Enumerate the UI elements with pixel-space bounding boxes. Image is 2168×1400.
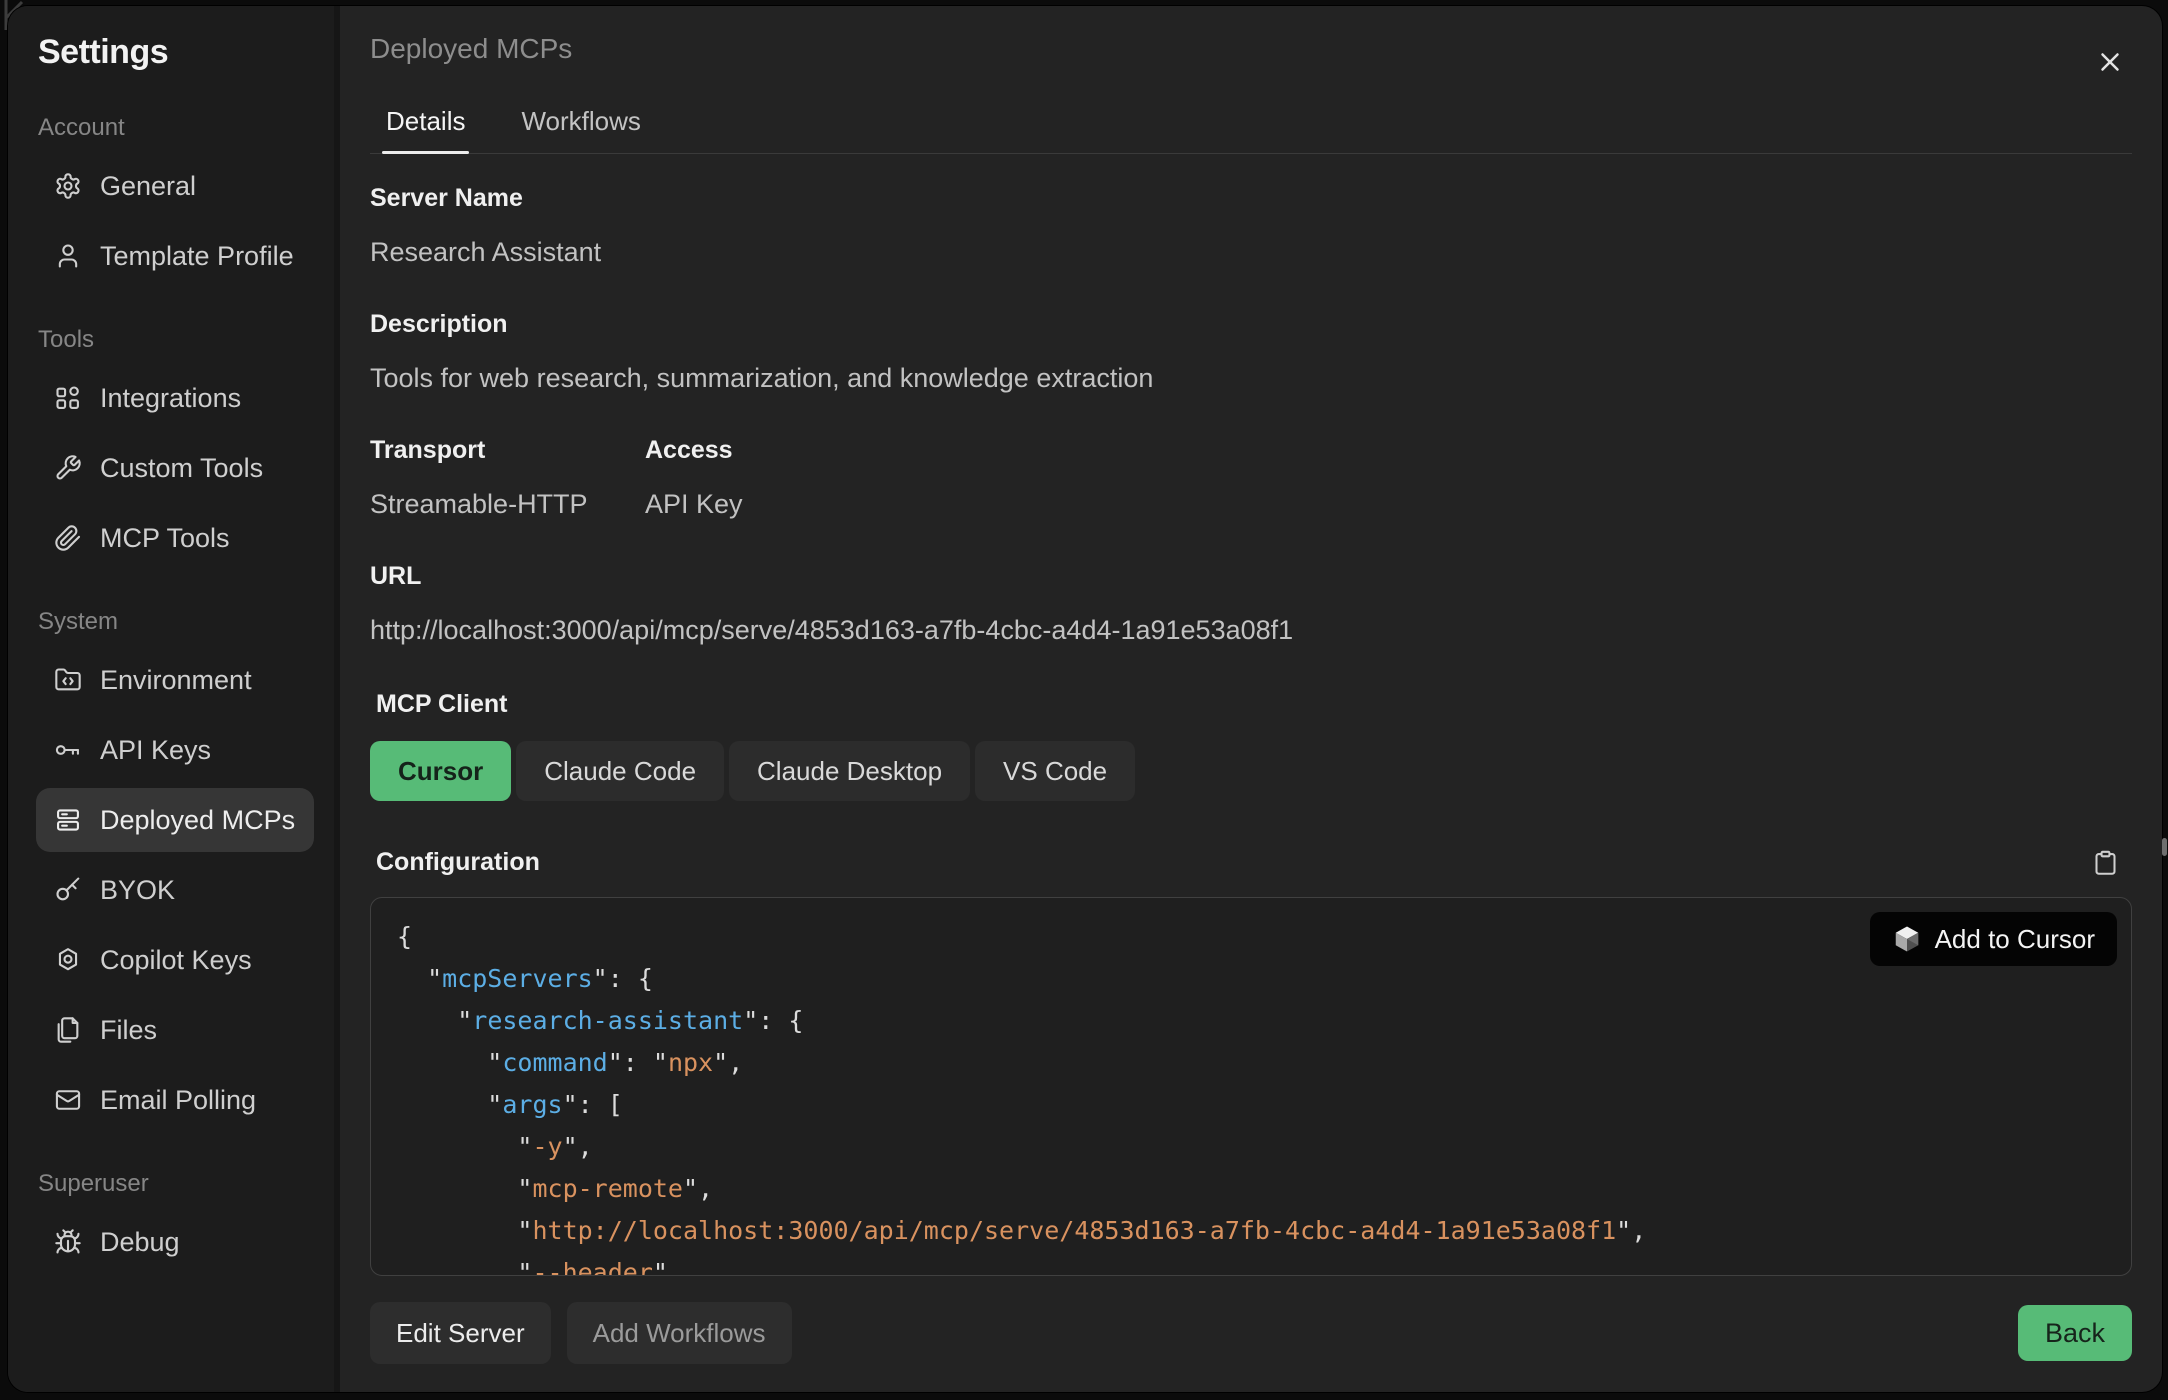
code-line: "research-assistant": { [397, 1000, 2105, 1042]
bug-icon [54, 1228, 82, 1256]
code-line: { [397, 916, 2105, 958]
code-line: "mcp-remote", [397, 1168, 2105, 1210]
settings-title: Settings [28, 30, 314, 74]
nut-icon [54, 946, 82, 974]
wrench-icon [54, 454, 82, 482]
access-label: Access [645, 436, 2132, 465]
blocks-icon [54, 384, 82, 412]
section-label-tools: Tools [38, 326, 314, 354]
tab-workflows[interactable]: Workflows [517, 106, 644, 153]
code-line: "http://localhost:3000/api/mcp/serve/485… [397, 1210, 2105, 1252]
sidebar-item-label: Email Polling [100, 1085, 256, 1116]
sidebar-item-deployed-mcps[interactable]: Deployed MCPs [36, 788, 314, 852]
server-name-label: Server Name [370, 184, 2132, 213]
files-icon [54, 1016, 82, 1044]
scrollbar-thumb[interactable] [2162, 838, 2167, 856]
sidebar-item-mcp-tools[interactable]: MCP Tools [36, 506, 314, 570]
cursor-cube-icon [1892, 924, 1922, 954]
sidebar-item-label: Debug [100, 1227, 180, 1258]
key-icon [54, 736, 82, 764]
sidebar-item-label: Integrations [100, 383, 241, 414]
code-line: "--header" [397, 1252, 2105, 1276]
add-workflows-button[interactable]: Add Workflows [567, 1302, 792, 1364]
sidebar-item-email-polling[interactable]: Email Polling [36, 1068, 314, 1132]
section-label-system: System [38, 608, 314, 636]
copy-configuration-button[interactable] [2092, 845, 2126, 879]
mail-icon [54, 1086, 82, 1114]
section-label-account: Account [38, 114, 314, 142]
sidebar-item-label: Custom Tools [100, 453, 263, 484]
code-line: "args": [ [397, 1084, 2105, 1126]
close-button[interactable] [2090, 42, 2130, 82]
folder-code-icon [54, 666, 82, 694]
sidebar-item-label: Template Profile [100, 241, 294, 272]
server-name-value: Research Assistant [370, 237, 2132, 268]
sidebar-item-environment[interactable]: Environment [36, 648, 314, 712]
url-label: URL [370, 562, 2132, 591]
sidebar-item-label: MCP Tools [100, 523, 230, 554]
code-line: "command": "npx", [397, 1042, 2105, 1084]
access-value: API Key [645, 489, 2132, 520]
close-icon [2095, 47, 2125, 77]
settings-content: Deployed MCPs Details Workflows Server Na… [340, 6, 2162, 1392]
sidebar-item-label: API Keys [100, 735, 211, 766]
settings-dialog: Settings Account General Template Profile T… [8, 6, 2162, 1392]
add-to-cursor-button[interactable]: Add to Cursor [1870, 912, 2117, 966]
sidebar-item-integrations[interactable]: Integrations [36, 366, 314, 430]
mcp-client-option-vs-code[interactable]: VS Code [975, 741, 1135, 801]
dialog-footer: Edit Server Add Workflows Back [370, 1276, 2132, 1364]
gear-icon [54, 172, 82, 200]
configuration-json: { "mcpServers": { "research-assistant": … [397, 916, 2105, 1276]
transport-access-row: Transport Streamable-HTTP Access API Key [370, 394, 2132, 520]
sidebar-item-copilot-keys[interactable]: Copilot Keys [36, 928, 314, 992]
server-icon [54, 806, 82, 834]
configuration-header-row: Configuration [370, 845, 2132, 879]
sidebar-item-label: BYOK [100, 875, 175, 906]
sidebar-item-files[interactable]: Files [36, 998, 314, 1062]
code-line: "-y", [397, 1126, 2105, 1168]
configuration-label: Configuration [376, 848, 540, 877]
sidebar-item-debug[interactable]: Debug [36, 1210, 314, 1274]
tab-bar: Details Workflows [370, 106, 2132, 154]
mcp-client-selector: CursorClaude CodeClaude DesktopVS Code [370, 741, 2132, 801]
sidebar-item-label: General [100, 171, 196, 202]
mcp-client-option-claude-desktop[interactable]: Claude Desktop [729, 741, 970, 801]
sidebar-item-label: Copilot Keys [100, 945, 252, 976]
sidebar-item-label: Deployed MCPs [100, 805, 295, 836]
add-to-cursor-label: Add to Cursor [1935, 924, 2095, 955]
sidebar-item-general[interactable]: General [36, 154, 314, 218]
settings-sidebar: Settings Account General Template Profile T… [8, 6, 340, 1392]
key-round-icon [54, 876, 82, 904]
sidebar-nav: Account General Template Profile Tools Integ… [28, 114, 314, 1274]
configuration-code-block: { "mcpServers": { "research-assistant": … [370, 897, 2132, 1276]
sidebar-item-template-profile[interactable]: Template Profile [36, 224, 314, 288]
url-value: http://localhost:3000/api/mcp/serve/4853… [370, 615, 2132, 646]
description-value: Tools for web research, summarization, a… [370, 363, 2132, 394]
mcp-client-label: MCP Client [370, 690, 2132, 719]
transport-label: Transport [370, 436, 645, 465]
code-line: "mcpServers": { [397, 958, 2105, 1000]
sidebar-item-byok[interactable]: BYOK [36, 858, 314, 922]
back-button[interactable]: Back [2018, 1305, 2132, 1361]
mcp-client-option-cursor[interactable]: Cursor [370, 741, 511, 801]
paperclip-icon [54, 524, 82, 552]
sidebar-item-custom-tools[interactable]: Custom Tools [36, 436, 314, 500]
user-icon [54, 242, 82, 270]
sidebar-item-label: Environment [100, 665, 252, 696]
sidebar-item-api-keys[interactable]: API Keys [36, 718, 314, 782]
section-label-superuser: Superuser [38, 1170, 314, 1198]
description-label: Description [370, 310, 2132, 339]
clipboard-icon [2092, 849, 2126, 876]
mcp-client-option-claude-code[interactable]: Claude Code [516, 741, 724, 801]
sidebar-item-label: Files [100, 1015, 157, 1046]
page-title: Deployed MCPs [370, 32, 2132, 66]
transport-value: Streamable-HTTP [370, 489, 645, 520]
edit-server-button[interactable]: Edit Server [370, 1302, 551, 1364]
tab-details[interactable]: Details [382, 106, 469, 153]
